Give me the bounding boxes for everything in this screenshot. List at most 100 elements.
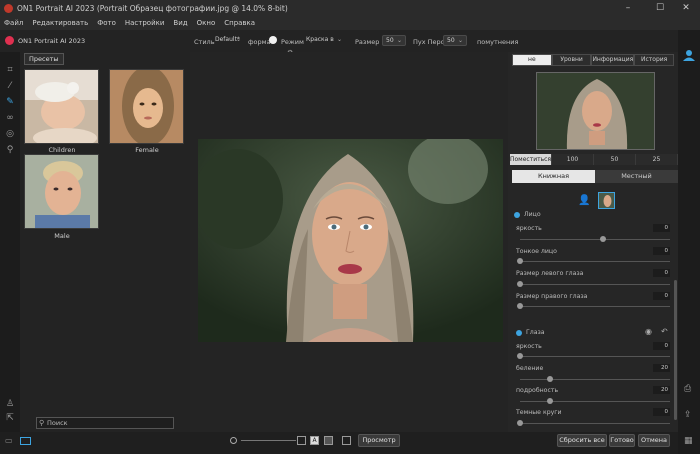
compare-view-icon[interactable]: [20, 437, 31, 445]
zoom-25[interactable]: 25: [636, 154, 678, 165]
eye-brightness-slider[interactable]: [520, 356, 670, 357]
feather-dropdown[interactable]: 50 ⌄: [443, 35, 467, 46]
brand: ON1 Portrait AI 2023: [5, 36, 85, 45]
param-label: яркость: [516, 225, 542, 232]
maximize-button[interactable]: ☐: [646, 0, 674, 16]
whitening-slider[interactable]: [520, 379, 670, 380]
wand-icon[interactable]: ⁄: [4, 80, 16, 92]
menu-help[interactable]: Справка: [224, 19, 255, 27]
print-icon[interactable]: ⎙: [684, 384, 691, 394]
left-eye-size-slider[interactable]: [520, 284, 670, 285]
heal-icon[interactable]: ◎: [4, 128, 16, 140]
detail-knob[interactable]: [547, 398, 553, 404]
thin-face-slider[interactable]: [520, 261, 670, 262]
left-eye-size-knob[interactable]: [517, 281, 523, 287]
menu-file[interactable]: Файл: [4, 19, 23, 27]
cancel-button[interactable]: Отмена: [638, 434, 670, 447]
preset-thumb-female[interactable]: [109, 69, 184, 144]
param-value[interactable]: 0: [653, 247, 670, 255]
face-brush-icon[interactable]: ✎: [4, 96, 16, 108]
chevron-down-icon: ⌄: [336, 36, 342, 43]
menu-bar: Файл Редактировать Фото Настройки Вид Ок…: [0, 16, 700, 30]
done-button[interactable]: Готово: [609, 434, 635, 447]
detail-slider[interactable]: [520, 401, 670, 402]
navigator-preview[interactable]: [536, 72, 655, 150]
eyes-section-toggle[interactable]: [516, 330, 522, 336]
mode-dropdown[interactable]: Краска в ⌄: [303, 35, 345, 46]
param-value[interactable]: 20: [653, 386, 670, 394]
face-section-title: Лицо: [524, 211, 541, 218]
param-value[interactable]: 0: [653, 292, 670, 300]
face-brightness-knob[interactable]: [599, 236, 606, 242]
zoom-tool-icon[interactable]: ⚲: [4, 144, 16, 156]
menu-photo[interactable]: Фото: [97, 19, 116, 27]
tab-history[interactable]: История: [634, 54, 674, 66]
right-eye-size-knob[interactable]: [517, 303, 523, 309]
face-thumbnail[interactable]: [598, 192, 615, 209]
zoom-fit[interactable]: Поместиться: [510, 154, 552, 165]
tab-local[interactable]: Местный: [595, 170, 678, 183]
reset-all-button[interactable]: Сбросить все: [557, 434, 607, 447]
tab-info[interactable]: Информация: [591, 54, 635, 66]
eye-visibility-icon[interactable]: ◉: [645, 327, 652, 336]
dark-circles-slider[interactable]: [520, 423, 670, 424]
search-input[interactable]: ⚲ Поиск: [36, 417, 174, 429]
share-icon[interactable]: ⇱: [4, 412, 16, 424]
param-value[interactable]: 0: [653, 342, 670, 350]
eye-brightness-knob[interactable]: [517, 353, 523, 359]
opacity-label: помутнения: [477, 38, 519, 46]
tab-navigator[interactable]: не: [512, 54, 552, 66]
right-panel-scrollbar[interactable]: [674, 280, 677, 420]
right-eye-size-slider[interactable]: [520, 306, 670, 307]
thin-face-knob[interactable]: [517, 258, 523, 264]
export-icon[interactable]: ⇪: [684, 410, 692, 420]
menu-edit[interactable]: Редактировать: [32, 19, 88, 27]
zoom-50[interactable]: 50: [594, 154, 636, 165]
brush-shape-toggle[interactable]: [269, 36, 277, 44]
presets-tab[interactable]: Пресеты: [24, 53, 64, 65]
param-value[interactable]: 0: [653, 224, 670, 232]
overlay-icon[interactable]: [324, 436, 333, 445]
main-photo[interactable]: [198, 139, 503, 342]
size-dropdown[interactable]: 50 ⌄: [382, 35, 406, 46]
tab-levels[interactable]: Уровни: [551, 54, 592, 66]
female-photo: [110, 70, 183, 143]
single-view-icon[interactable]: ▭: [5, 436, 13, 445]
mask-icon[interactable]: [297, 436, 306, 445]
portrait-module-icon[interactable]: [683, 49, 695, 61]
param-label: беление: [516, 365, 544, 372]
add-face-icon[interactable]: 👤: [578, 195, 590, 206]
style-dropdown[interactable]: Default* ⌄: [212, 35, 244, 46]
zoom-slider[interactable]: [241, 440, 296, 441]
zoom-100[interactable]: 100: [552, 154, 594, 165]
menu-window[interactable]: Окно: [197, 19, 216, 27]
tab-portrait[interactable]: Книжная: [512, 170, 595, 183]
param-value[interactable]: 20: [653, 364, 670, 372]
chevron-down-icon: ⌄: [396, 37, 402, 44]
user-settings-icon[interactable]: ♙: [4, 398, 16, 410]
preview-button[interactable]: Просмотр: [358, 434, 400, 447]
preset-thumb-children[interactable]: [24, 69, 99, 144]
whitening-knob[interactable]: [547, 376, 553, 382]
minimize-button[interactable]: –: [614, 0, 642, 16]
on1-logo-icon: [5, 36, 14, 45]
preset-thumb-male[interactable]: [24, 154, 99, 229]
param-label: Темные круги: [516, 409, 562, 416]
dark-circles-knob[interactable]: [517, 420, 523, 426]
param-value[interactable]: 0: [653, 269, 670, 277]
navigator-photo: [537, 73, 654, 149]
zoom-slider-knob[interactable]: [230, 437, 237, 444]
close-button[interactable]: ✕: [672, 0, 700, 16]
reset-icon[interactable]: ↶: [661, 327, 668, 336]
text-tool-icon[interactable]: A: [310, 436, 319, 445]
info-tabs: не Уровни Информация История: [512, 54, 674, 66]
crop-icon[interactable]: ⌗: [4, 64, 16, 76]
face-brightness-slider[interactable]: [520, 239, 670, 240]
param-value[interactable]: 0: [653, 408, 670, 416]
layers-icon[interactable]: ▦: [684, 436, 693, 446]
menu-settings[interactable]: Настройки: [125, 19, 165, 27]
retouch-icon[interactable]: ∞: [4, 112, 16, 124]
menu-view[interactable]: Вид: [173, 19, 187, 27]
face-section-toggle[interactable]: [514, 212, 520, 218]
before-after-icon[interactable]: [342, 436, 351, 445]
